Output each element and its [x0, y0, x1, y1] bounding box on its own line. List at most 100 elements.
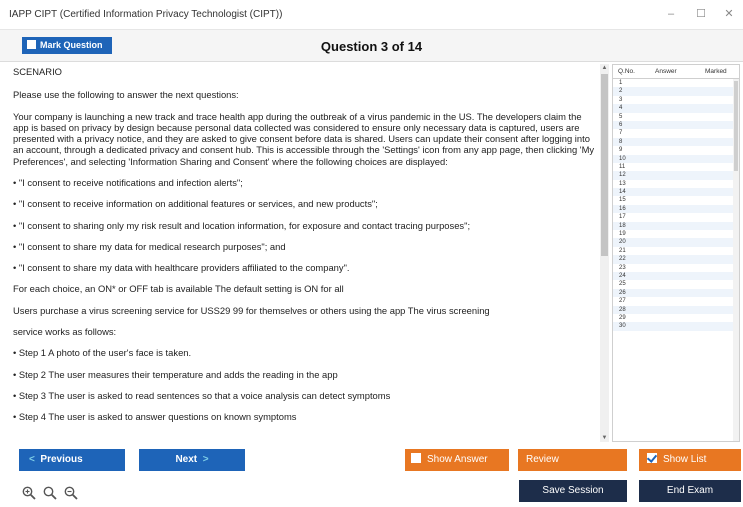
- question-number: 9: [619, 147, 623, 154]
- question-list-row[interactable]: 26: [613, 288, 739, 298]
- content-bullet: • "I consent to share my data for medica…: [13, 240, 286, 252]
- question-list-row[interactable]: 14: [613, 188, 739, 197]
- review-label: Review: [526, 454, 559, 465]
- question-list-row[interactable]: 30: [613, 322, 739, 331]
- question-number: 22: [619, 256, 626, 263]
- zoom-out-icon[interactable]: [64, 486, 78, 500]
- question-list-row[interactable]: 24: [613, 271, 739, 281]
- question-list-row[interactable]: 28: [613, 305, 739, 314]
- save-session-label: Save Session: [542, 485, 604, 496]
- content-bullet: • Step 4 The user is asked to answer que…: [13, 411, 297, 423]
- question-number: 29: [619, 314, 626, 321]
- question-number: 14: [619, 189, 626, 196]
- question-list-row[interactable]: 18: [613, 221, 739, 231]
- chevron-right-icon: >: [202, 454, 209, 465]
- save-session-button[interactable]: Save Session: [519, 480, 627, 502]
- question-number: 8: [619, 138, 623, 145]
- question-number: 6: [619, 121, 623, 128]
- question-number: 12: [619, 172, 626, 179]
- question-number: 15: [619, 197, 626, 204]
- show-list-button[interactable]: Show List: [639, 449, 741, 471]
- end-exam-button[interactable]: End Exam: [639, 480, 741, 502]
- column-header-marked: Marked: [705, 68, 727, 75]
- chevron-left-icon: <: [29, 454, 35, 465]
- question-list-row[interactable]: 9: [613, 146, 739, 154]
- question-list-row[interactable]: 19: [613, 230, 739, 238]
- question-list-row[interactable]: 15: [613, 196, 739, 204]
- scenario-label: SCENARIO: [13, 66, 62, 77]
- question-list-row[interactable]: 16: [613, 204, 739, 214]
- question-list-row[interactable]: 4: [613, 104, 739, 113]
- content-paragraph: Your company is launching a new track an…: [13, 110, 595, 167]
- question-list-row[interactable]: 5: [613, 113, 739, 121]
- zoom-reset-icon[interactable]: [43, 486, 57, 500]
- show-answer-button[interactable]: Show Answer: [405, 449, 509, 471]
- question-list-panel: Q.No. Answer Marked 1 2 3 4 5 6 7 8 9 10 11 12 13 14 1…: [612, 64, 740, 442]
- question-list-row[interactable]: 17: [613, 213, 739, 221]
- content-bullet: • "I consent to share my data with healt…: [13, 262, 350, 274]
- show-list-label: Show List: [663, 454, 707, 465]
- content-scrollbar[interactable]: ▲ ▼: [600, 64, 609, 442]
- question-list-row[interactable]: 23: [613, 264, 739, 272]
- close-button[interactable]: ✕: [718, 6, 740, 22]
- question-list-row[interactable]: 11: [613, 163, 739, 171]
- minimize-button[interactable]: –: [660, 6, 682, 22]
- previous-button[interactable]: < Previous: [19, 449, 125, 471]
- question-number: 19: [619, 231, 626, 238]
- question-list-scrollbar[interactable]: [733, 79, 739, 441]
- content-bullet: • "I consent to receive information on a…: [13, 198, 378, 210]
- question-number: 1: [619, 80, 623, 86]
- question-list-row[interactable]: 10: [613, 154, 739, 163]
- question-number: 5: [619, 113, 623, 120]
- question-list-row[interactable]: 20: [613, 238, 739, 247]
- question-number: 26: [619, 289, 626, 296]
- content-bullet: • Step 2 The user measures their tempera…: [13, 368, 338, 380]
- next-label: Next: [175, 454, 198, 465]
- question-list-row[interactable]: 1: [613, 79, 739, 87]
- question-number: 25: [619, 281, 626, 288]
- question-number: 23: [619, 264, 626, 271]
- next-button[interactable]: Next >: [139, 449, 245, 471]
- window-title: IAPP CIPT (Certified Information Privacy…: [9, 9, 283, 20]
- review-button[interactable]: Review: [518, 449, 627, 471]
- scroll-down-icon[interactable]: ▼: [600, 435, 609, 441]
- content-bullet: • Step 3 The user is asked to read sente…: [13, 389, 391, 401]
- question-list-scroll-thumb[interactable]: [734, 81, 738, 171]
- question-number: 24: [619, 272, 626, 279]
- question-number: 17: [619, 214, 626, 221]
- scrollbar-thumb[interactable]: [601, 74, 608, 256]
- show-answer-checkbox-icon: [411, 453, 421, 463]
- content-paragraph: Users purchase a virus screening service…: [13, 304, 490, 316]
- question-list-row[interactable]: 25: [613, 280, 739, 288]
- content-bullet: • "I consent to sharing only my risk res…: [13, 219, 471, 231]
- question-list-row[interactable]: 12: [613, 171, 739, 180]
- content-paragraph: For each choice, an ON* or OFF tab is av…: [13, 283, 344, 295]
- question-number: 16: [619, 205, 626, 212]
- question-list-row[interactable]: 29: [613, 314, 739, 322]
- question-number: 3: [619, 96, 623, 103]
- question-number: 11: [619, 163, 626, 170]
- question-list-header: Q.No. Answer Marked: [613, 65, 739, 79]
- question-number: 27: [619, 298, 626, 305]
- question-number: 13: [619, 180, 626, 187]
- question-counter: Question 3 of 14: [320, 39, 423, 54]
- question-number: 28: [619, 306, 626, 313]
- question-list-row[interactable]: 27: [613, 297, 739, 305]
- scroll-up-icon[interactable]: ▲: [600, 65, 609, 71]
- question-list-row[interactable]: 22: [613, 255, 739, 264]
- question-list-row[interactable]: 6: [613, 120, 739, 130]
- content-paragraph: service works as follows:: [13, 325, 117, 337]
- question-number: 2: [619, 88, 623, 95]
- previous-label: Previous: [40, 454, 83, 465]
- question-list-row[interactable]: 8: [613, 137, 739, 147]
- question-list-row[interactable]: 13: [613, 180, 739, 188]
- question-number: 21: [619, 247, 626, 254]
- question-number: 7: [619, 130, 623, 137]
- question-list-row[interactable]: 21: [613, 247, 739, 255]
- question-number: 30: [619, 323, 626, 330]
- question-list-row[interactable]: 7: [613, 129, 739, 137]
- zoom-in-icon[interactable]: [22, 486, 36, 500]
- question-list-row[interactable]: 2: [613, 87, 739, 96]
- maximize-button[interactable]: ☐: [690, 6, 712, 22]
- question-list-row[interactable]: 3: [613, 96, 739, 104]
